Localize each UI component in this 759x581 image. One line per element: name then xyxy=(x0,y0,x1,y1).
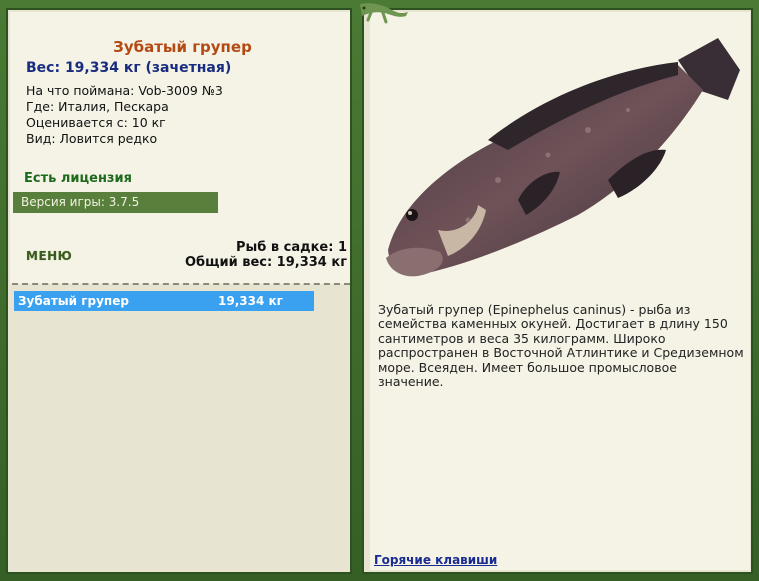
menu-button[interactable]: МЕНЮ xyxy=(26,249,72,263)
cage-total-weight: Общий вес: 19,334 кг xyxy=(184,255,347,270)
lizard-icon xyxy=(360,3,408,24)
divider-line xyxy=(12,283,350,285)
game-version: Версия игры: 3.7.5 xyxy=(13,192,218,213)
hotkeys-link[interactable]: Горячие клавиши xyxy=(374,553,497,567)
fish-name: Зубатый групер xyxy=(113,38,252,56)
fish-type: Вид: Ловится редко xyxy=(26,131,158,146)
cage-count: Рыб в садке: 1 xyxy=(235,240,347,255)
fish-weight: Вес: 19,334 кг (зачетная) xyxy=(26,60,232,76)
fish-image xyxy=(386,38,740,277)
license-status: Есть лицензия xyxy=(24,171,132,186)
fish-bait: На что поймана: Vob-3009 №3 xyxy=(26,83,223,98)
fish-rated-from: Оценивается с: 10 кг xyxy=(26,115,166,130)
fish-location: Где: Италия, Пескара xyxy=(26,99,169,114)
catch-item-name: Зубатый групер xyxy=(18,294,129,308)
catch-list-item[interactable]: Зубатый групер 19,334 кг xyxy=(14,291,314,311)
cage-summary: Рыб в садке: 1 Общий вес: 19,334 кг xyxy=(185,240,347,270)
fish-description: Зубатый групер (Epinephelus caninus) - р… xyxy=(378,302,744,390)
catch-item-weight: 19,334 кг xyxy=(218,294,283,308)
